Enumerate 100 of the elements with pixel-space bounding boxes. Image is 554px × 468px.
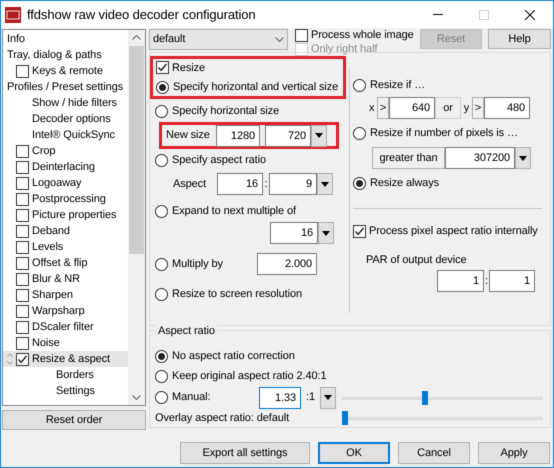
number-field[interactable]: 9	[269, 173, 317, 195]
filter-checkbox[interactable]	[16, 256, 29, 270]
radio-button[interactable]: Specify horizontal and vertical size	[156, 79, 343, 96]
width-field[interactable]: 1280	[216, 124, 260, 146]
filter-checkbox[interactable]	[16, 176, 29, 190]
tree-item[interactable]: Resize & aspect	[3, 351, 128, 367]
tree-item[interactable]: Warpsharp	[3, 303, 128, 319]
tree-item[interactable]: Blur & NR	[3, 271, 128, 287]
help-button[interactable]: Help	[488, 29, 551, 49]
radio-button[interactable]: Keep original aspect ratio 2.40:1	[155, 368, 326, 385]
radio-button[interactable]: Specify aspect ratio	[155, 152, 266, 168]
dialog-button[interactable]: OK	[318, 442, 390, 464]
radio-button[interactable]: Multiply by	[155, 256, 223, 272]
radio-button[interactable]: Resize if number of pixels is …	[353, 124, 518, 142]
height-field[interactable]: 720	[265, 124, 311, 146]
scroll-down-icon	[132, 395, 141, 400]
new-size-label: New size	[166, 128, 211, 144]
filter-checkbox[interactable]	[16, 304, 29, 318]
scroll-up-icon	[132, 35, 141, 40]
check-icon	[354, 226, 365, 236]
filter-checkbox[interactable]	[16, 320, 29, 334]
radio-button[interactable]: Resize to screen resolution	[155, 286, 302, 302]
tree-item[interactable]: Logoaway	[3, 175, 128, 191]
filter-checkbox[interactable]	[16, 160, 29, 174]
tree-item[interactable]: Show / hide filters	[3, 95, 128, 111]
radio-button[interactable]: Expand to next multiple of	[155, 202, 296, 220]
checkbox[interactable]: Process pixel aspect ratio internally	[353, 222, 538, 240]
tree-item[interactable]: Decoder options	[3, 111, 128, 127]
radio-button[interactable]: Specify horizontal size	[155, 102, 280, 120]
caret-icon	[324, 395, 332, 400]
number-field[interactable]: 1.33	[259, 386, 301, 409]
number-field[interactable]: 16	[270, 222, 318, 244]
tree-item[interactable]: Postprocessing	[3, 191, 128, 207]
filter-checkbox[interactable]	[16, 192, 29, 206]
tree-item[interactable]: Info	[3, 31, 128, 47]
slider[interactable]	[342, 410, 542, 425]
tree-item[interactable]: Noise	[3, 335, 128, 351]
tree-item[interactable]: Picture properties	[3, 207, 128, 223]
tree-item[interactable]: Levels	[3, 239, 128, 255]
maximize-icon	[479, 10, 489, 20]
checkbox[interactable]: Resize	[156, 60, 343, 76]
filter-checkbox[interactable]	[16, 144, 29, 158]
dropdown-button[interactable]	[311, 124, 327, 146]
filter-checkbox[interactable]	[16, 272, 29, 286]
slider[interactable]	[342, 390, 542, 405]
scrollbar-thumb[interactable]	[129, 46, 144, 254]
drag-handle-icon	[7, 353, 13, 365]
filter-checkbox[interactable]	[16, 336, 29, 350]
tree-item[interactable]: DScaler filter	[3, 319, 128, 335]
dialog-button[interactable]: Apply	[478, 442, 550, 464]
checkbox[interactable]: Process whole image	[295, 28, 414, 42]
number-field[interactable]: 480	[484, 97, 530, 119]
dropdown-button[interactable]	[515, 147, 531, 169]
dialog-button[interactable]: Cancel	[398, 442, 470, 464]
operator-button[interactable]: >	[377, 97, 389, 119]
radio-button[interactable]: Resize if …	[353, 76, 426, 94]
comparison-dropdown[interactable]: greater than	[372, 147, 445, 169]
tree-item[interactable]: Offset & flip	[3, 255, 128, 271]
filter-checkbox[interactable]	[16, 352, 29, 366]
filter-checkbox[interactable]	[16, 208, 29, 222]
number-field[interactable]: 1	[489, 270, 535, 292]
tree-item[interactable]: Sharpen	[3, 287, 128, 303]
tree-item[interactable]: Tray, dialog & paths	[3, 47, 128, 63]
tree-item[interactable]: Deinterlacing	[3, 159, 128, 175]
operator-button[interactable]: >	[472, 97, 484, 119]
dropdown-button[interactable]	[318, 222, 334, 244]
radio-button[interactable]: Resize always	[353, 174, 440, 192]
radio-button[interactable]: No aspect ratio correction	[155, 348, 295, 365]
close-icon	[525, 10, 535, 20]
slider-thumb[interactable]	[422, 390, 428, 405]
profile-dropdown[interactable]: default	[149, 29, 288, 50]
tree-item[interactable]: Settings	[3, 383, 128, 399]
tree-item[interactable]: Keys & remote	[3, 63, 128, 79]
dropdown-button[interactable]	[320, 386, 336, 409]
tree-item[interactable]: Crop	[3, 143, 128, 159]
check-icon	[17, 354, 28, 364]
number-field[interactable]: 16	[217, 173, 263, 195]
tree-item[interactable]: Intel® QuickSync	[3, 127, 128, 143]
overlay-label: Overlay aspect ratio: default	[155, 410, 290, 426]
tree-item[interactable]: Profiles / Preset settings	[3, 79, 128, 95]
dropdown-button[interactable]	[317, 173, 333, 195]
number-field[interactable]: 1	[437, 270, 484, 292]
chevron-down-icon	[275, 37, 284, 42]
dialog-button[interactable]: Export all settings	[180, 442, 310, 464]
number-field[interactable]: 2.000	[257, 253, 317, 275]
ratio-suffix: :1	[305, 390, 316, 406]
group-title: Aspect ratio	[156, 323, 217, 340]
filter-checkbox[interactable]	[16, 288, 29, 302]
filter-checkbox[interactable]	[16, 64, 29, 78]
slider-thumb[interactable]	[342, 410, 348, 425]
tree-item[interactable]: Borders	[3, 367, 128, 383]
caret-icon	[321, 182, 329, 186]
number-field[interactable]: 640	[389, 97, 435, 119]
scrollbar[interactable]	[128, 30, 145, 405]
radio-button[interactable]: Manual:	[155, 389, 259, 406]
number-field[interactable]: 307200	[445, 147, 515, 169]
tree-item[interactable]: Deband	[3, 223, 128, 239]
filter-checkbox[interactable]	[16, 224, 29, 238]
reset-order-button[interactable]: Reset order	[2, 410, 146, 430]
filter-checkbox[interactable]	[16, 240, 29, 254]
